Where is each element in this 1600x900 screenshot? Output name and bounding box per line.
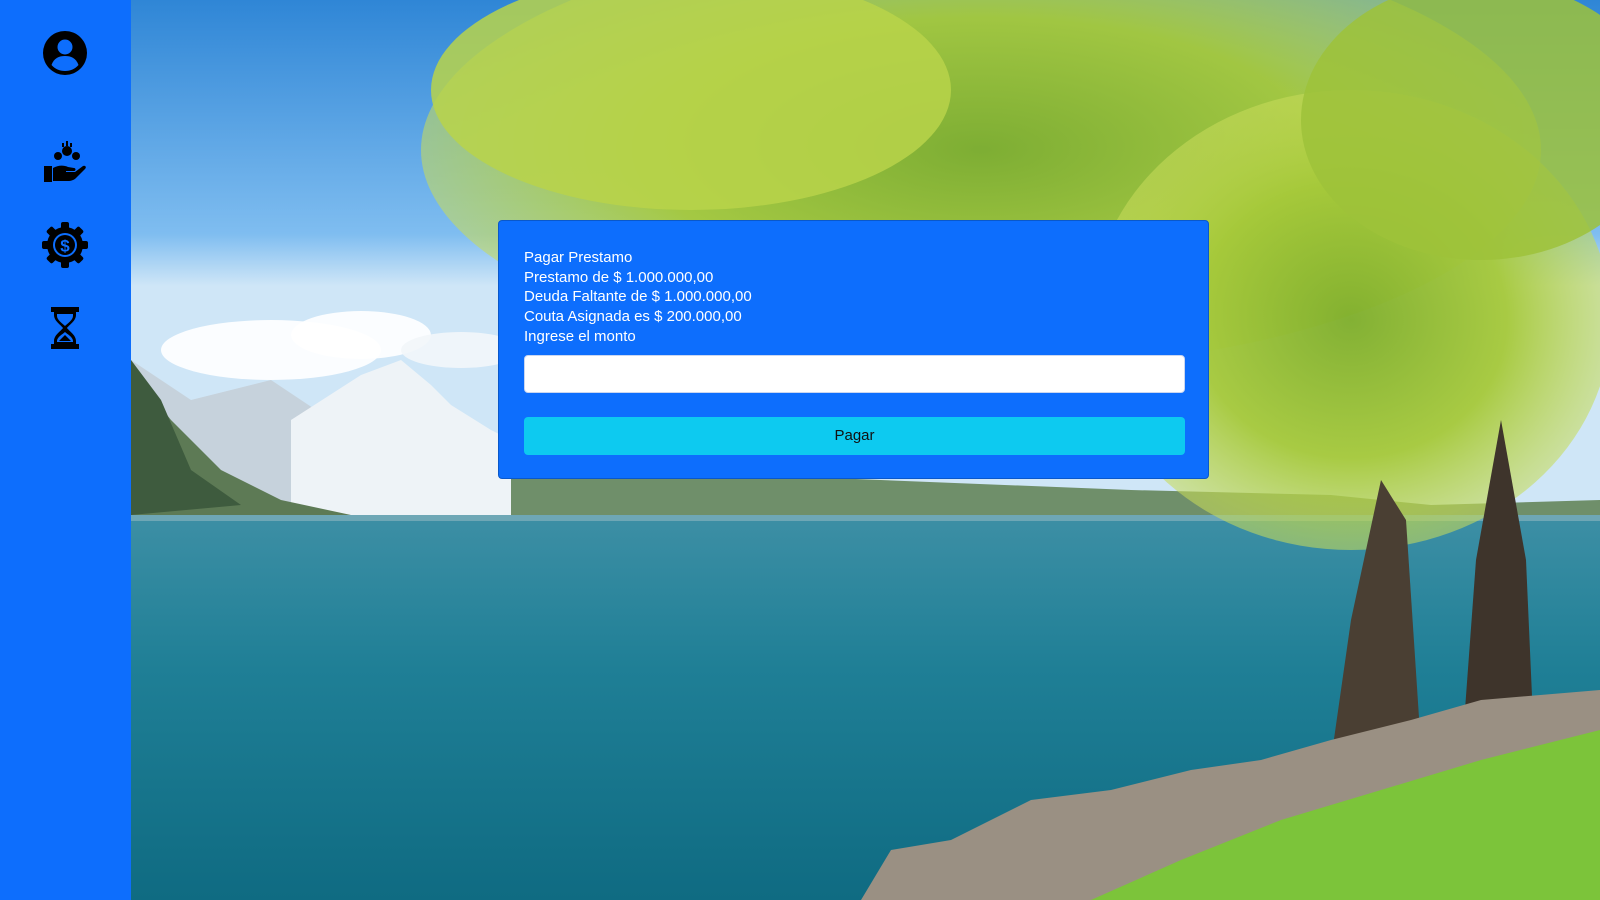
- card-title: Pagar Prestamo: [524, 249, 633, 266]
- gear-dollar-icon[interactable]: $: [42, 222, 88, 268]
- hand-money-icon[interactable]: [42, 138, 88, 184]
- sidebar: $: [0, 0, 131, 900]
- amount-prompt-label: Ingrese el monto: [524, 328, 636, 345]
- user-circle-icon[interactable]: [42, 30, 88, 76]
- remaining-debt-text: Deuda Faltante de $ 1.000.000,00: [524, 288, 752, 305]
- hourglass-icon[interactable]: [42, 305, 88, 351]
- pay-button[interactable]: Pagar: [524, 416, 1185, 455]
- app: $ Pagar Prestamo Prestamo de $ 1.000.000…: [0, 0, 1600, 900]
- amount-input[interactable]: [524, 354, 1185, 393]
- loan-amount-text: Prestamo de $ 1.000.000,00: [524, 268, 714, 286]
- assigned-quota-text: Couta Asignada es $ 200.000,00: [524, 307, 742, 325]
- svg-text:$: $: [60, 237, 70, 256]
- pay-loan-card: Pagar Prestamo Prestamo de $ 1.000.000,0…: [498, 220, 1209, 479]
